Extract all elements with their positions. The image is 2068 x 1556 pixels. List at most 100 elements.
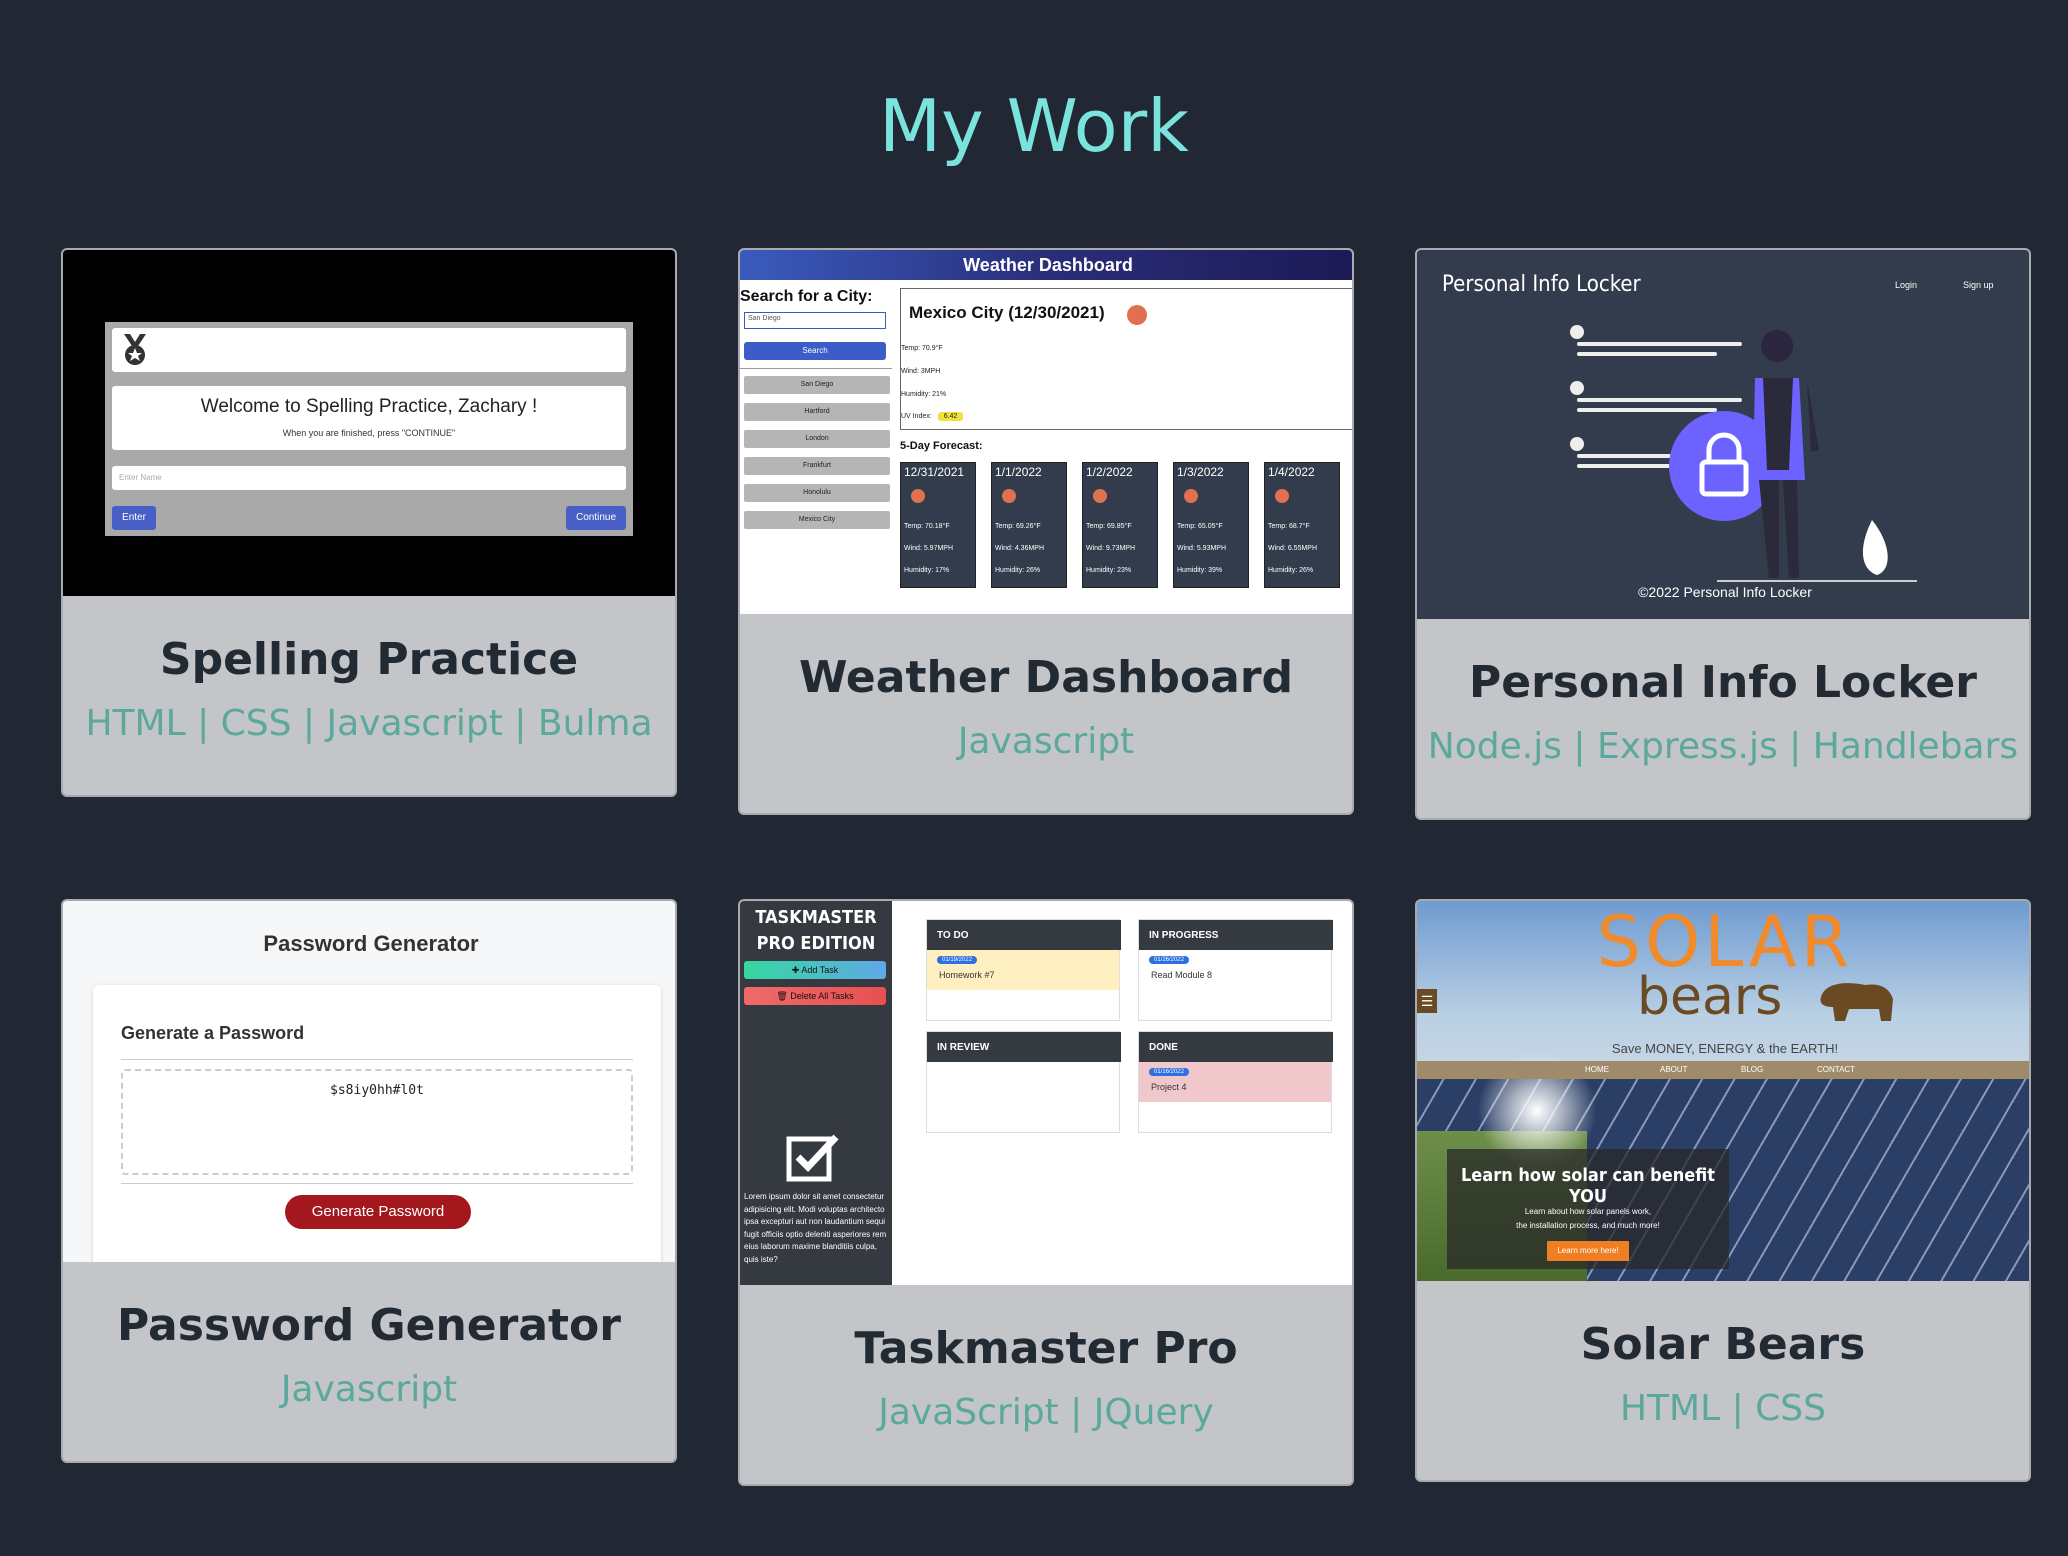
password-output[interactable]: $s8iy0hh#l0t: [121, 1069, 633, 1175]
forecast-date: 1/2/2022: [1086, 465, 1133, 479]
project-screenshot[interactable]: Personal Info Locker Login Sign up ©2022…: [1417, 250, 2029, 619]
weather-icon: [1002, 489, 1016, 503]
task-column: TO DO 01/19/2022 Homework #7: [926, 919, 1121, 1021]
task-column-title: IN REVIEW: [927, 1032, 1121, 1062]
project-title[interactable]: Solar Bears: [1417, 1319, 2029, 1370]
uv-badge: 6.42: [937, 412, 964, 421]
task-card[interactable]: 01/19/2022 Homework #7: [927, 950, 1119, 990]
forecast-temp: Temp: 65.05°F: [1177, 523, 1223, 530]
project-card-password-generator[interactable]: Password Generator Generate a Password $…: [61, 899, 677, 1463]
project-card-solar-bears[interactable]: SOLAR bears ☰ Save MONEY, ENERGY & the E…: [1415, 899, 2031, 1482]
project-tech: JavaScript | JQuery: [878, 1392, 1214, 1433]
hero-title: Learn how solar can benefit YOU: [1460, 1165, 1716, 1207]
task-column: DONE 01/16/2022 Project 4: [1138, 1031, 1333, 1133]
task-date-badge: 01/19/2022: [937, 956, 978, 964]
forecast-temp: Temp: 68.7°F: [1268, 523, 1310, 530]
project-title[interactable]: Spelling Practice: [63, 634, 675, 685]
task-column-title: TO DO: [927, 920, 1121, 950]
medal-icon: [120, 334, 150, 366]
weather-icon: [1184, 489, 1198, 503]
taskmaster-lorem: Lorem ipsum dolor sit amet consectetur a…: [744, 1192, 887, 1264]
bear-icon: [1815, 977, 1897, 1023]
current-wind: Wind: 3MPH: [901, 368, 941, 375]
forecast-temp: Temp: 70.18°F: [904, 523, 950, 530]
task-text: Read Module 8: [1151, 970, 1213, 980]
forecast-card: 1/2/2022 Temp: 69.85°F Wind: 9.73MPH Humidi…: [1082, 462, 1158, 588]
add-task-button[interactable]: ✚ Add Task: [744, 961, 886, 979]
project-title[interactable]: Weather Dashboard: [740, 652, 1352, 703]
city-search-input[interactable]: San Diego: [744, 312, 886, 329]
hero-text-2: the installation process, and much more!: [1516, 1221, 1660, 1230]
city-history-button[interactable]: Frankfurt: [744, 457, 890, 475]
task-column: IN PROGRESS 01/26/2022 Read Module 8: [1138, 919, 1333, 1021]
project-screenshot[interactable]: Password Generator Generate a Password $…: [63, 901, 675, 1262]
weather-header: Weather Dashboard: [740, 250, 1352, 280]
forecast-card: 1/4/2022 Temp: 68.7°F Wind: 6.55MPH Humidit…: [1264, 462, 1340, 588]
project-tech: HTML | CSS | Javascript | Bulma: [85, 703, 653, 744]
weather-icon: [1093, 489, 1107, 503]
weather-icon: [1275, 489, 1289, 503]
project-card-taskmaster-pro[interactable]: TASKMASTER PRO EDITION ✚ Add Task 🗑 Dele…: [738, 899, 1354, 1486]
pw-subheader: Generate a Password: [121, 1023, 305, 1043]
search-button[interactable]: Search: [744, 342, 886, 360]
taskmaster-brand: TASKMASTER PRO EDITION: [755, 907, 877, 954]
task-card[interactable]: 01/16/2022 Project 4: [1139, 1062, 1331, 1102]
solar-nav-blog[interactable]: BLOG: [1741, 1065, 1763, 1074]
solar-tagline: Save MONEY, ENERGY & the EARTH!: [1611, 1041, 1839, 1056]
forecast-humidity: Humidity: 23%: [1086, 567, 1132, 574]
solar-nav-contact[interactable]: CONTACT: [1817, 1065, 1855, 1074]
forecast-wind: Wind: 9.73MPH: [1086, 545, 1136, 552]
project-title[interactable]: Personal Info Locker: [1417, 657, 2029, 708]
forecast-temp: Temp: 69.85°F: [1086, 523, 1132, 530]
city-history-button[interactable]: London: [744, 430, 890, 448]
solar-nav-about[interactable]: ABOUT: [1660, 1065, 1688, 1074]
project-screenshot[interactable]: SOLAR bears ☰ Save MONEY, ENERGY & the E…: [1417, 901, 2029, 1281]
solar-nav-home[interactable]: HOME: [1585, 1065, 1609, 1074]
forecast-date: 12/31/2021: [904, 465, 965, 479]
lock-illustration: [1570, 325, 1917, 582]
weather-icon: [1127, 305, 1147, 325]
learn-more-button[interactable]: Learn more here!: [1547, 1241, 1629, 1261]
project-screenshot[interactable]: Welcome to Spelling Practice, Zachary ! …: [63, 250, 675, 596]
continue-button[interactable]: Continue: [566, 506, 626, 530]
forecast-wind: Wind: 4.36MPH: [995, 545, 1045, 552]
forecast-temp: Temp: 69.26°F: [995, 523, 1041, 530]
project-card-weather-dashboard[interactable]: Weather Dashboard Search for a City: San…: [738, 248, 1354, 815]
hint-text: When you are finished, press "CONTINUE": [282, 428, 456, 438]
enter-button[interactable]: Enter: [112, 506, 156, 530]
city-history-button[interactable]: San Diego: [744, 376, 890, 394]
forecast-humidity: Humidity: 39%: [1177, 567, 1223, 574]
project-card-spelling-practice[interactable]: Welcome to Spelling Practice, Zachary ! …: [61, 248, 677, 797]
project-tech: Javascript: [280, 1369, 458, 1410]
project-title[interactable]: Taskmaster Pro: [740, 1323, 1352, 1374]
weather-icon: [911, 489, 925, 503]
forecast-wind: Wind: 6.55MPH: [1268, 545, 1318, 552]
project-title[interactable]: Password Generator: [63, 1300, 675, 1351]
forecast-date: 1/3/2022: [1177, 465, 1224, 479]
forecast-date: 1/4/2022: [1268, 465, 1315, 479]
project-screenshot[interactable]: Weather Dashboard Search for a City: San…: [740, 250, 1352, 614]
login-link[interactable]: Login: [1895, 280, 1917, 290]
generate-password-button[interactable]: Generate Password: [285, 1195, 471, 1229]
solar-logo-bottom: bears: [1637, 967, 1783, 1027]
task-text: Homework #7: [939, 970, 995, 980]
name-input[interactable]: Enter Name: [112, 466, 626, 490]
project-card-personal-info-locker[interactable]: Personal Info Locker Login Sign up ©2022…: [1415, 248, 2031, 820]
menu-icon[interactable]: ☰: [1417, 989, 1437, 1013]
delete-all-button[interactable]: 🗑 Delete All Tasks: [744, 987, 886, 1005]
task-column-title: DONE: [1139, 1032, 1333, 1062]
project-screenshot[interactable]: TASKMASTER PRO EDITION ✚ Add Task 🗑 Dele…: [740, 901, 1352, 1285]
forecast-humidity: Humidity: 17%: [904, 567, 950, 574]
checkbox-icon: [786, 1131, 842, 1183]
search-label: Search for a City:: [740, 288, 873, 305]
forecast-wind: Wind: 5.97MPH: [904, 545, 954, 552]
signup-link[interactable]: Sign up: [1963, 280, 1994, 290]
task-card[interactable]: 01/26/2022 Read Module 8: [1139, 950, 1331, 990]
city-history-button[interactable]: Hartford: [744, 403, 890, 421]
forecast-humidity: Humidity: 26%: [995, 567, 1041, 574]
forecast-card: 12/31/2021 Temp: 70.18°F Wind: 5.97MPH Humi…: [900, 462, 976, 588]
city-history-button[interactable]: Mexico City: [744, 511, 890, 529]
city-history-button[interactable]: Honolulu: [744, 484, 890, 502]
forecast-humidity: Humidity: 26%: [1268, 567, 1314, 574]
locker-footer: ©2022 Personal Info Locker: [1638, 584, 1812, 600]
